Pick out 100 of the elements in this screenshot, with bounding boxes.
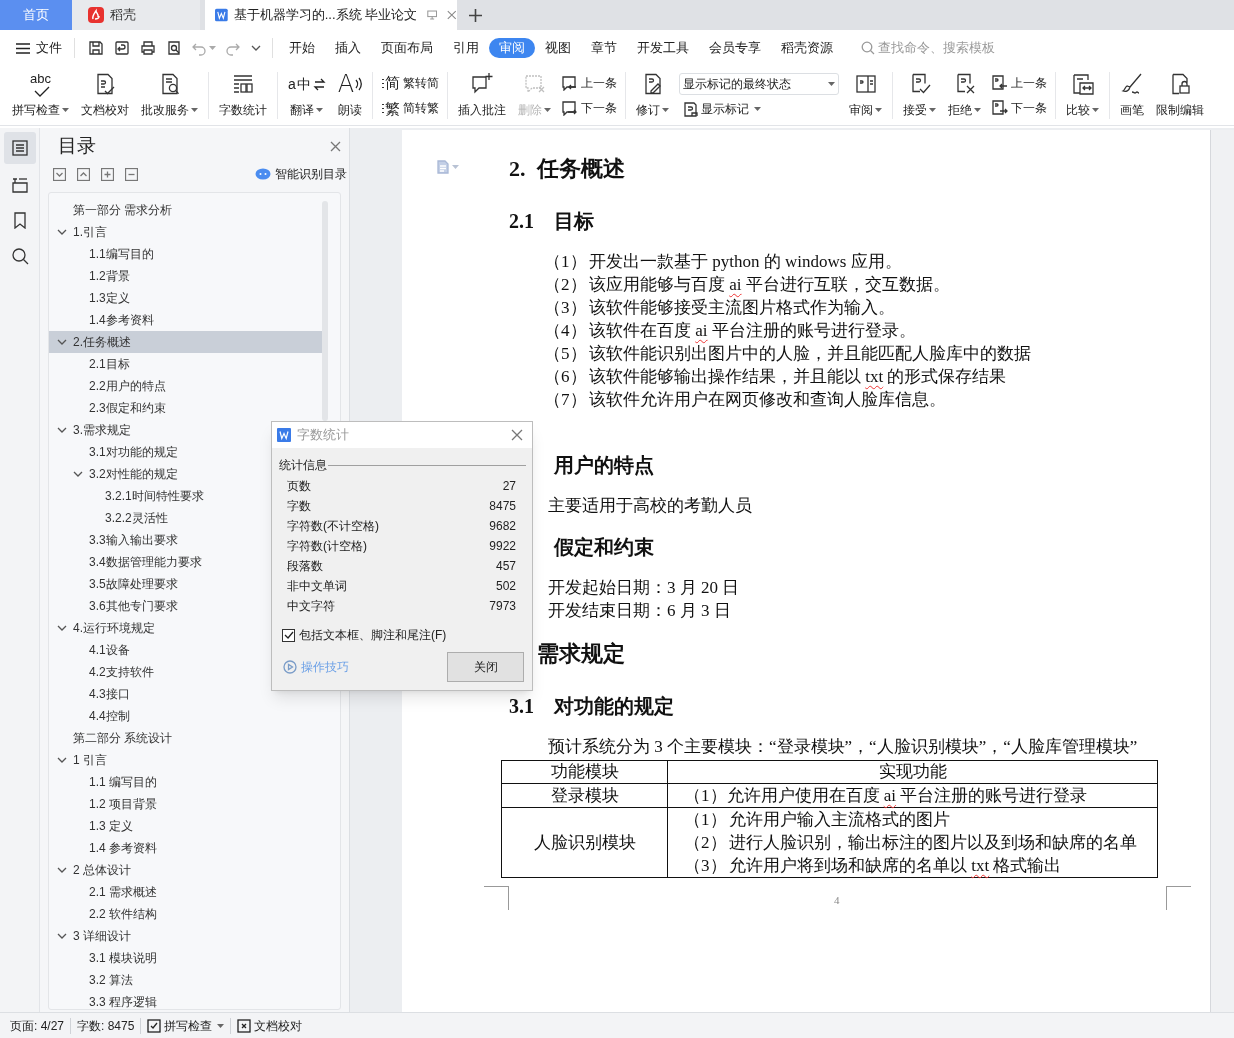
close-square-icon bbox=[237, 1018, 252, 1033]
ribbon-button[interactable]: 批改服务 bbox=[135, 66, 204, 125]
search-icon bbox=[861, 41, 875, 55]
close-button[interactable] bbox=[511, 429, 523, 441]
paragraph: 开发结束日期：6 月 3 日 bbox=[548, 600, 732, 622]
outline-item[interactable]: 3.1 模块说明 bbox=[49, 947, 322, 969]
ribbon-button[interactable]: 字数统计 bbox=[213, 66, 273, 125]
ribbon-button[interactable]: 简 繁转简 bbox=[381, 73, 440, 92]
outline-item[interactable]: 3.3 程序逻辑 bbox=[49, 991, 322, 1009]
comment-next-icon bbox=[561, 100, 579, 117]
outline-item[interactable]: 1.1编写目的 bbox=[49, 243, 322, 265]
paragraph: 主要适用于高校的考勤人员 bbox=[548, 495, 753, 517]
column-header: 实现功能 bbox=[877, 761, 948, 783]
outline-item[interactable]: 1.1 编写目的 bbox=[49, 771, 322, 793]
outline-item[interactable]: 2.1目标 bbox=[49, 353, 322, 375]
list-item: （5）该软件能识别出图片中的人脸，并且能匹配人脸库中的数据 bbox=[544, 342, 1032, 365]
menu-tab[interactable]: 页面布局 bbox=[371, 38, 443, 58]
close-button[interactable]: 关闭 bbox=[447, 652, 524, 682]
outline-item[interactable]: 2.2 软件结构 bbox=[49, 903, 322, 925]
list-item: （1）开发出一款基于 python 的 windows 应用。 bbox=[544, 250, 903, 273]
ribbon-button[interactable]: 拒绝 bbox=[942, 66, 988, 125]
menu-tab[interactable]: 审阅 bbox=[489, 38, 535, 58]
ribbon-button[interactable]: 显示标记 bbox=[679, 100, 840, 119]
table-cell-text: （1）允许用户输入主流格式的图片 bbox=[684, 808, 951, 831]
outline-item[interactable]: 第一部分 需求分析 bbox=[49, 199, 322, 221]
ribbon-button[interactable]: 限制编辑 bbox=[1150, 66, 1211, 125]
sound-waves-icon bbox=[354, 77, 363, 91]
sidebar-button[interactable] bbox=[3, 132, 36, 164]
outline-item[interactable]: 2.2用户的特点 bbox=[49, 375, 322, 397]
ribbon-button[interactable]: 下一条 bbox=[561, 99, 618, 118]
collapse-all-icon bbox=[53, 167, 66, 181]
stat-label: 字符数(不计空格) bbox=[287, 518, 379, 535]
outline-item[interactable]: 2 总体设计 bbox=[49, 859, 322, 881]
outline-item[interactable]: 1.引言 bbox=[49, 221, 322, 243]
ribbon-button[interactable]: a中 翻译 bbox=[282, 66, 332, 125]
smart-toc-button[interactable]: 智能识别目录 bbox=[255, 165, 347, 183]
checkbox-box[interactable] bbox=[282, 628, 295, 642]
search-field[interactable]: 查找命令、搜索模板 bbox=[861, 38, 1018, 58]
outline-item[interactable]: 2.任务概述 bbox=[49, 331, 322, 353]
expand-button[interactable] bbox=[101, 167, 114, 181]
expand-up-icon bbox=[77, 167, 90, 181]
stat-label: 字数 bbox=[287, 498, 311, 515]
outline-item[interactable]: 1.3定义 bbox=[49, 287, 322, 309]
ribbon-button[interactable]: 上一条 bbox=[561, 73, 618, 92]
column-header: 功能模块 bbox=[502, 761, 668, 783]
ribbon-button[interactable]: abc 拼写检查 bbox=[6, 66, 75, 125]
expand-up-button[interactable] bbox=[77, 167, 90, 181]
scrollbar-thumb[interactable] bbox=[322, 201, 328, 421]
outline-item[interactable]: 3 详细设计 bbox=[49, 925, 322, 947]
outline-item[interactable]: 4.4控制 bbox=[49, 705, 322, 727]
tab[interactable]: 稻壳 bbox=[72, 0, 200, 30]
status-button[interactable]: 拼写检查 bbox=[147, 1016, 225, 1035]
review-pane-icon bbox=[853, 72, 878, 96]
outline-item[interactable]: 第二部分 系统设计 bbox=[49, 727, 322, 749]
document-icon bbox=[437, 160, 449, 174]
close-button[interactable] bbox=[330, 140, 341, 152]
menu-tab[interactable]: 引用 bbox=[443, 38, 489, 58]
icon-text: A bbox=[337, 72, 355, 96]
ribbon-button[interactable]: 下一条 bbox=[991, 99, 1048, 118]
ribbon-button[interactable]: 比较 bbox=[1060, 66, 1106, 125]
outline-item[interactable]: 1.2 项目背景 bbox=[49, 793, 322, 815]
scrollbar-track[interactable] bbox=[1210, 130, 1234, 1012]
outline-item[interactable]: 2.3假定和约束 bbox=[49, 397, 322, 419]
ribbon-button[interactable]: 文档校对 bbox=[75, 66, 135, 125]
file-menu[interactable]: 文件 bbox=[0, 38, 74, 58]
ribbon-button[interactable]: 修订 bbox=[630, 66, 676, 125]
stat-label: 段落数 bbox=[287, 558, 323, 575]
ribbon-button[interactable]: 插入批注 bbox=[452, 66, 513, 125]
list-item: （2）该应用能够与百度 ai 平台进行互联，交互数据。 bbox=[544, 273, 951, 296]
menu-tab[interactable]: 视图 bbox=[535, 38, 581, 58]
ribbon-button[interactable]: 上一条 bbox=[991, 73, 1048, 92]
outline-item[interactable]: 2.1 需求概述 bbox=[49, 881, 322, 903]
menu-tab[interactable]: 开始 bbox=[279, 38, 325, 58]
ribbon-button[interactable]: 审阅 bbox=[843, 66, 889, 125]
expand-icon bbox=[101, 167, 114, 181]
outline-item[interactable]: 1.4 参考资料 bbox=[49, 837, 322, 859]
ribbon-button[interactable]: A 朗读 bbox=[331, 66, 369, 125]
tab[interactable]: 基于机器学习的...系统 毕业论文 bbox=[205, 0, 457, 30]
status-button[interactable]: 文档校对 bbox=[237, 1016, 303, 1035]
collapse-all-button[interactable] bbox=[53, 167, 66, 181]
search-icon bbox=[10, 247, 29, 265]
menu-tab[interactable]: 会员专享 bbox=[699, 38, 771, 58]
outline-item[interactable]: 1.2背景 bbox=[49, 265, 322, 287]
ribbon-button[interactable]: 接受 bbox=[897, 66, 943, 125]
collapse-icon bbox=[125, 167, 138, 181]
menu-tab[interactable]: 开发工具 bbox=[627, 38, 699, 58]
menu-tab[interactable]: 章节 bbox=[581, 38, 627, 58]
ribbon-button[interactable]: 画笔 bbox=[1114, 66, 1151, 125]
collapse-button[interactable] bbox=[125, 167, 138, 181]
menu-tab[interactable]: 稻壳资源 bbox=[771, 38, 843, 58]
markup-mode-dropdown[interactable]: 显示标记的最终状态 bbox=[679, 72, 840, 95]
outline-item[interactable]: 3.2 算法 bbox=[49, 969, 322, 991]
menu-tab[interactable]: 插入 bbox=[325, 38, 371, 58]
ribbon-button[interactable]: 繁 简转繁 bbox=[381, 99, 440, 118]
word-count-dialog: 字数统计 统计信息 页数 27 字数 8475 字符数(不计空格) 9682 字符数(计空格) 9922 段落数 457 非中文单词 502 中文字符 7973 包括文本框、脚注和尾注(F) 操作技巧 关闭 bbox=[271, 421, 533, 691]
print-preview-icon bbox=[166, 40, 182, 56]
close-icon bbox=[330, 140, 341, 152]
outline-item[interactable]: 1 引言 bbox=[49, 749, 322, 771]
outline-item[interactable]: 1.4参考资料 bbox=[49, 309, 322, 331]
outline-item[interactable]: 1.3 定义 bbox=[49, 815, 322, 837]
